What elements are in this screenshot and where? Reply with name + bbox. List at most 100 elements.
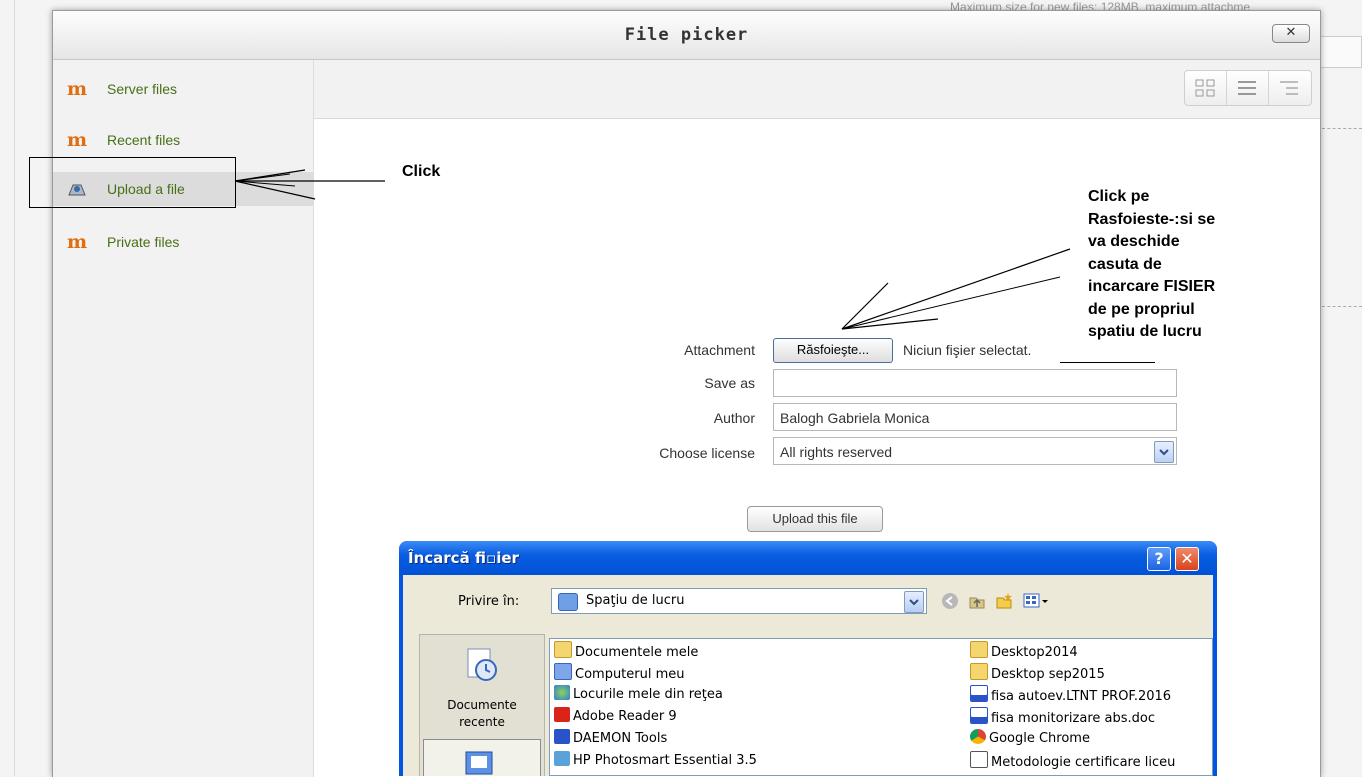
daemon-icon [554, 729, 570, 744]
back-icon[interactable] [941, 592, 959, 610]
os-dialog-title: Încarcă fi▫ier [408, 549, 519, 567]
adobe-icon [554, 707, 570, 722]
upload-file-button[interactable]: Upload this file [747, 506, 883, 532]
icons-view-button[interactable] [1185, 71, 1227, 105]
file-list: Documentele mele Computerul meu Locurile… [549, 638, 1213, 776]
file-name: Locurile mele din reţea [573, 687, 723, 702]
sidebar-item-label: Recent files [107, 132, 181, 148]
file-item[interactable]: fisa autoev.LTNT PROF.2016 [970, 685, 1171, 705]
save-as-label: Save as [704, 375, 755, 391]
place-desktop[interactable] [423, 739, 541, 776]
author-label: Author [713, 410, 755, 426]
file-name: HP Photosmart Essential 3.5 [573, 753, 757, 768]
annotation-line: spatiu de lucru [1088, 323, 1202, 340]
file-item[interactable]: Google Chrome [970, 729, 1090, 749]
file-name: Desktop2014 [991, 645, 1078, 660]
file-name: Computerul meu [575, 667, 685, 682]
grid-icon [1195, 79, 1215, 97]
word-doc-icon [970, 685, 988, 702]
file-name: Google Chrome [989, 731, 1090, 746]
folder-shortcut-icon [970, 641, 988, 658]
file-item[interactable]: Locurile mele din reţea [554, 685, 723, 705]
annotation-underline [1060, 362, 1155, 363]
moodle-icon: m [67, 78, 88, 100]
look-in-select[interactable]: Spaţiu de lucru [551, 588, 927, 614]
file-item[interactable]: Metodologie certificare liceu [970, 751, 1175, 771]
file-item[interactable]: Desktop sep2015 [970, 663, 1105, 683]
annotation-line: va deschide [1088, 233, 1180, 250]
annotation-line: casuta de [1088, 255, 1162, 273]
file-name: Metodologie certificare liceu [991, 755, 1176, 770]
annotation-line: Click pe [1088, 188, 1150, 205]
browse-button[interactable]: Răsfoieşte... [773, 338, 893, 363]
annotation-highlight-box [29, 157, 236, 208]
desktop-icon [465, 751, 493, 775]
place-recent-documents[interactable]: Documente recente [420, 635, 544, 735]
word-doc-icon [970, 707, 988, 724]
license-select[interactable]: All rights reserved [773, 437, 1177, 465]
dialog-close-button[interactable]: ✕ [1272, 24, 1310, 43]
moodle-icon: m [67, 231, 88, 253]
annotation-browse-note: Click pe Rasfoieste-:si se va deschide c… [1088, 186, 1215, 344]
dialog-title: File picker [624, 25, 749, 45]
view-menu-icon[interactable] [1023, 592, 1049, 610]
annotation-click: Click [402, 163, 441, 180]
up-folder-icon[interactable] [968, 592, 986, 610]
file-name: fisa monitorizare abs.doc [991, 711, 1155, 726]
no-file-selected-text: Niciun fişier selectat. [903, 342, 1032, 358]
license-label: Choose license [659, 445, 755, 461]
chevron-down-icon[interactable] [1154, 441, 1174, 463]
file-name: DAEMON Tools [573, 731, 668, 746]
file-item[interactable]: fisa monitorizare abs.doc [970, 707, 1155, 727]
license-selected-value: All rights reserved [780, 444, 893, 460]
hp-icon [554, 751, 570, 766]
sidebar-item-server-files[interactable]: m Server files [53, 72, 313, 106]
annotation-arrow [841, 248, 1071, 330]
chevron-down-icon[interactable] [904, 591, 924, 613]
folder-shortcut-icon [970, 663, 988, 680]
list-icon [1238, 81, 1256, 95]
new-folder-icon[interactable] [995, 592, 1013, 610]
annotation-line: incarcare FISIER [1088, 278, 1216, 295]
tree-view-button[interactable] [1269, 71, 1310, 105]
file-item[interactable]: Desktop2014 [970, 641, 1078, 661]
background-divider [14, 0, 15, 776]
network-icon [554, 685, 570, 700]
places-bar: Documente recente [419, 634, 545, 776]
sidebar-item-label: Server files [107, 81, 178, 97]
sidebar-item-label: Private files [107, 234, 180, 250]
file-item[interactable]: Adobe Reader 9 [554, 707, 677, 727]
save-as-input[interactable] [773, 369, 1177, 397]
annotation-arrow [234, 169, 385, 200]
computer-icon [554, 663, 572, 680]
file-name: fisa autoev.LTNT PROF.2016 [991, 689, 1172, 704]
folder-icon [554, 641, 572, 658]
background-toolbar [1320, 36, 1362, 68]
file-upload-os-dialog: Încarcă fi▫ier ? ✕ Privire în: Spaţiu de… [399, 541, 1217, 776]
list-view-button[interactable] [1227, 71, 1269, 105]
look-in-label: Privire în: [458, 594, 520, 609]
file-item[interactable]: DAEMON Tools [554, 729, 667, 749]
file-item[interactable]: HP Photosmart Essential 3.5 [554, 751, 757, 771]
background-dashed-line [1322, 306, 1362, 307]
file-item[interactable]: Documentele mele [554, 641, 698, 661]
look-in-value: Spaţiu de lucru [586, 593, 685, 608]
file-item[interactable]: Computerul meu [554, 663, 685, 683]
chrome-icon [970, 729, 986, 744]
os-close-button[interactable]: ✕ [1175, 547, 1199, 571]
dialog-titlebar: File picker ✕ [53, 11, 1320, 60]
sidebar-item-private-files[interactable]: m Private files [53, 225, 313, 259]
os-dialog-body: Privire în: Spaţiu de lucru Documente re… [403, 575, 1213, 776]
place-label: Documente recente [420, 697, 544, 731]
view-toolbar [314, 60, 1320, 119]
file-name: Adobe Reader 9 [573, 709, 677, 724]
attachment-label: Attachment [684, 342, 755, 358]
tree-icon [1280, 81, 1298, 95]
moodle-icon: m [67, 129, 88, 151]
annotation-line: Rasfoieste-:si se [1088, 210, 1216, 228]
doc-icon [970, 751, 988, 768]
file-name: Desktop sep2015 [991, 667, 1105, 682]
author-input[interactable]: Balogh Gabriela Monica [773, 403, 1177, 431]
help-button[interactable]: ? [1147, 547, 1171, 571]
sidebar-item-recent-files[interactable]: m Recent files [53, 123, 313, 157]
